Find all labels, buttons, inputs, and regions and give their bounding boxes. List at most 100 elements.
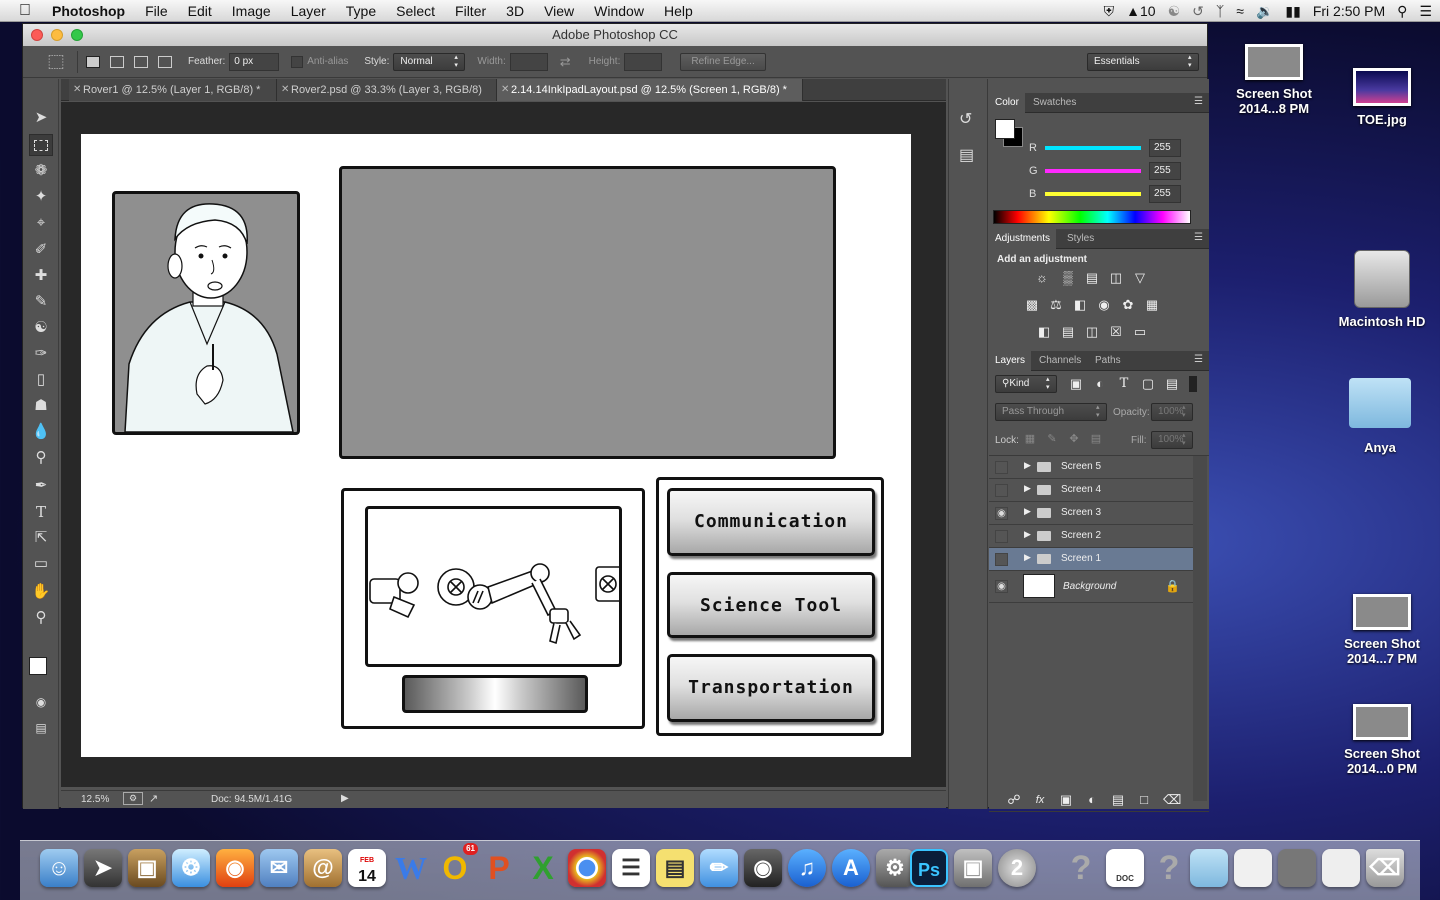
screenshot-stack-icon[interactable] xyxy=(1278,849,1316,887)
green-slider[interactable] xyxy=(1045,169,1141,173)
panel-menu-icon[interactable]: ☰ xyxy=(1194,232,1203,243)
doc-file-icon[interactable]: DOC xyxy=(1106,849,1144,887)
contacts-icon[interactable]: @ xyxy=(304,849,342,887)
color-foreground-swatch[interactable] xyxy=(995,119,1015,139)
reminders-icon[interactable]: ☰ xyxy=(612,849,650,887)
expand-group-icon[interactable]: ▶ xyxy=(1024,483,1031,494)
status-menu-arrow-icon[interactable]: ▶ xyxy=(341,793,349,804)
clone-stamp-icon[interactable]: ☯ xyxy=(29,317,53,339)
menu-type[interactable]: Type xyxy=(336,0,386,22)
folder-stack-icon[interactable] xyxy=(1190,849,1228,887)
eye-icon[interactable]: ◉ xyxy=(995,507,1008,520)
shape-filter-icon[interactable]: ▢ xyxy=(1139,376,1157,392)
document-canvas[interactable]: Communication Science Tool Transportatio… xyxy=(81,134,911,757)
subtract-selection-icon[interactable] xyxy=(134,55,148,68)
blur-icon[interactable]: 💧 xyxy=(29,421,53,443)
history-panel-icon[interactable]: ↺ xyxy=(959,109,972,129)
color-spectrum[interactable] xyxy=(993,210,1191,224)
type-filter-icon[interactable]: T xyxy=(1115,376,1133,392)
panel-menu-icon[interactable]: ☰ xyxy=(1194,96,1203,107)
pen-icon[interactable]: ✒ xyxy=(29,475,53,497)
system-preferences-icon[interactable]: ⚙ xyxy=(876,849,914,887)
photo-app-icon[interactable]: ▣ xyxy=(128,849,166,887)
style-select[interactable]: Normal xyxy=(393,52,466,71)
wifi-icon[interactable]: ≈ xyxy=(1236,3,1244,19)
black-white-icon[interactable]: ◧ xyxy=(1071,297,1089,313)
battery-icon[interactable]: ▮▮ xyxy=(1285,3,1300,20)
red-slider[interactable] xyxy=(1045,146,1141,150)
trash-icon[interactable]: ⌫ xyxy=(1163,792,1181,808)
close-tab-icon[interactable]: ✕ xyxy=(501,79,509,101)
calendar-icon[interactable]: FEB 14 xyxy=(348,849,386,887)
color-lookup-icon[interactable]: ▦ xyxy=(1143,297,1161,313)
tab-styles[interactable]: Styles xyxy=(1061,229,1100,249)
menu-file[interactable]: File xyxy=(135,0,178,22)
close-tab-icon[interactable]: ✕ xyxy=(73,79,81,101)
add-selection-icon[interactable] xyxy=(110,55,124,68)
safari-icon[interactable]: ❂ xyxy=(172,849,210,887)
layer-row-screen-1[interactable]: ▶ Screen 1 xyxy=(989,548,1193,571)
screen-mode-icon[interactable]: ▤ xyxy=(29,717,53,739)
intersect-selection-icon[interactable] xyxy=(158,55,172,68)
layer-row-screen-2[interactable]: ▶ Screen 2 xyxy=(989,525,1193,548)
lock-image-icon[interactable]: ✎ xyxy=(1043,431,1061,447)
photo-filter-icon[interactable]: ◉ xyxy=(1095,297,1113,313)
menu-help[interactable]: Help xyxy=(654,0,703,22)
invert-icon[interactable]: ◧ xyxy=(1035,324,1053,340)
hue-saturation-icon[interactable]: ▩ xyxy=(1023,297,1041,313)
workspace-select[interactable]: Essentials xyxy=(1087,52,1199,71)
finder-icon[interactable]: ☺ xyxy=(40,849,78,887)
visibility-toggle[interactable] xyxy=(995,553,1008,566)
pixel-filter-icon[interactable]: ▣ xyxy=(1067,376,1085,392)
layers-scrollbar[interactable] xyxy=(1193,456,1207,801)
menu-select[interactable]: Select xyxy=(386,0,445,22)
foreground-color-swatch[interactable] xyxy=(29,657,47,675)
photoshop-dock-icon[interactable]: Ps xyxy=(910,849,948,887)
layer-row-screen-3[interactable]: ◉ ▶ Screen 3 xyxy=(989,502,1193,525)
expand-group-icon[interactable]: ▶ xyxy=(1024,552,1031,563)
quick-mask-icon[interactable]: ◉ xyxy=(29,691,53,713)
selective-color-icon[interactable]: ☒ xyxy=(1107,324,1125,340)
desktop-icon-screenshot-1[interactable]: Screen Shot 2014...8 PM xyxy=(1224,44,1324,116)
rectangle-shape-icon[interactable]: ▭ xyxy=(29,553,53,575)
lock-transparent-icon[interactable]: ▦ xyxy=(1021,431,1039,447)
bluetooth-icon[interactable]: ᛉ xyxy=(1216,3,1224,19)
fx-icon[interactable]: fx xyxy=(1031,792,1049,808)
magic-wand-icon[interactable]: ✦ xyxy=(29,186,53,208)
tab-rover2[interactable]: ✕ Rover2.psd @ 33.3% (Layer 3, RGB/8) xyxy=(277,79,497,101)
dodge-icon[interactable]: ⚲ xyxy=(29,447,53,469)
visibility-toggle[interactable] xyxy=(995,484,1008,497)
new-selection-icon[interactable] xyxy=(86,55,100,68)
shield-icon[interactable]: ⛨ xyxy=(1104,3,1115,20)
threshold-icon[interactable]: ◫ xyxy=(1083,324,1101,340)
marquee-preset-icon[interactable] xyxy=(48,54,64,69)
time-machine-icon[interactable]: ↺ xyxy=(1192,3,1204,20)
lock-all-icon[interactable]: ▤ xyxy=(1087,431,1105,447)
tab-adjustments[interactable]: Adjustments xyxy=(989,229,1057,249)
adjustment-filter-icon[interactable]: ◐ xyxy=(1091,376,1109,392)
tab-ipad-layout[interactable]: ✕ 2.14.14InkIpadLayout.psd @ 12.5% (Scree… xyxy=(497,79,803,101)
chrome-icon[interactable] xyxy=(568,849,606,887)
antialias-checkbox[interactable] xyxy=(291,55,304,68)
fill-input[interactable]: 100% xyxy=(1151,431,1193,449)
properties-panel-icon[interactable]: ▤ xyxy=(959,145,974,165)
menu-edit[interactable]: Edit xyxy=(178,0,222,22)
expand-group-icon[interactable]: ▶ xyxy=(1024,460,1031,471)
history-brush-icon[interactable]: ✑ xyxy=(29,343,53,365)
blue-slider[interactable] xyxy=(1045,192,1141,196)
time-machine-dock-icon[interactable]: 2 xyxy=(998,849,1036,887)
move-tool-icon[interactable]: ➤ xyxy=(29,107,53,129)
preview-icon[interactable]: ▣ xyxy=(954,849,992,887)
paint-bucket-icon[interactable]: ☗ xyxy=(29,395,53,417)
menu-image[interactable]: Image xyxy=(222,0,281,22)
desktop-icon-screenshot-3[interactable]: Screen Shot 2014...0 PM xyxy=(1332,704,1432,776)
desktop-icon-toe[interactable]: TOE.jpg xyxy=(1332,68,1432,127)
tab-layers[interactable]: Layers xyxy=(989,351,1032,371)
excel-icon[interactable]: X xyxy=(524,849,562,887)
zoom-level[interactable]: 12.5% xyxy=(81,794,109,805)
canvas-area[interactable]: Communication Science Tool Transportatio… xyxy=(61,102,946,787)
eye-icon[interactable]: ◉ xyxy=(995,580,1008,593)
path-selection-icon[interactable]: ⇱ xyxy=(29,527,53,549)
adobe-icon[interactable]: ▲10 xyxy=(1126,3,1155,19)
visibility-toggle[interactable] xyxy=(995,530,1008,543)
